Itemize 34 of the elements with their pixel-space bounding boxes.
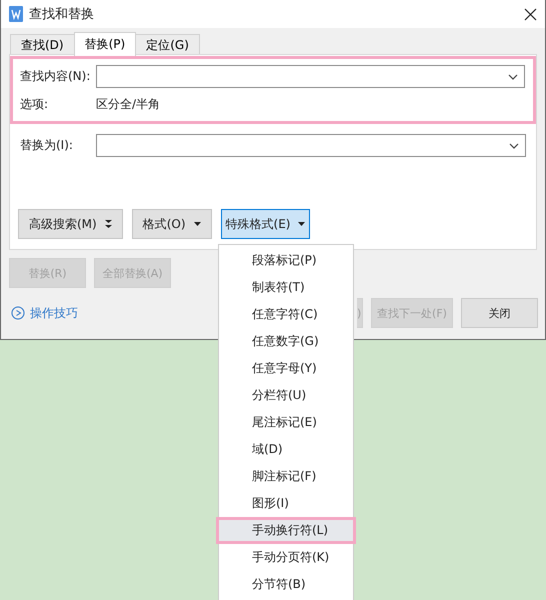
app-logo-icon	[9, 6, 23, 22]
caret-icon	[298, 222, 306, 226]
menu-item[interactable]: 域(D)	[216, 436, 356, 463]
menu-item[interactable]: 尾注标记(E)	[216, 409, 356, 436]
dropdown-button[interactable]: 高级搜索(M)	[18, 209, 123, 239]
menu-item[interactable]: 段落标记(P)	[216, 247, 356, 274]
close-icon	[524, 8, 537, 20]
caret-icon	[194, 222, 201, 226]
play-circle-icon	[11, 306, 25, 320]
field-label: 查找内容(N):	[20, 68, 92, 85]
menu-item[interactable]: 任意数字(G)	[216, 328, 356, 355]
options-label: 选项:	[20, 96, 50, 113]
find-combo[interactable]	[96, 65, 525, 88]
tab[interactable]: 替换(P)	[74, 32, 136, 56]
chevron-down-icon	[508, 74, 518, 80]
tips-link[interactable]: 操作技巧	[30, 304, 78, 322]
options-value: 区分全/半角	[96, 96, 160, 113]
close-button[interactable]: 关闭	[461, 298, 538, 328]
menu-item[interactable]: 手动换行符(L)	[216, 517, 356, 544]
field-label: 替换为(I):	[20, 137, 74, 154]
menu-item[interactable]: 任意字符(C)	[216, 301, 356, 328]
chevron-down-icon	[509, 142, 519, 148]
window-title: 查找和替换	[29, 6, 95, 23]
menu-item[interactable]: 手动分页符(K)	[216, 544, 356, 571]
dropdown-button[interactable]: 特殊格式(E)	[220, 209, 310, 239]
menu-item[interactable]: 制表符(T)	[216, 274, 356, 301]
menu-item[interactable]: 脚注标记(F)	[216, 463, 356, 490]
menu-item[interactable]: 分节符(B)	[216, 571, 356, 598]
replace-combo[interactable]	[96, 134, 526, 157]
double-caret-icon	[104, 220, 112, 228]
menu-item[interactable]: 任意字母(Y)	[216, 355, 356, 382]
menu-item[interactable]: 图形(I)	[216, 490, 356, 517]
dropdown-button[interactable]: 格式(O)	[132, 209, 212, 239]
menu-item[interactable]: 分栏符(U)	[216, 382, 356, 409]
